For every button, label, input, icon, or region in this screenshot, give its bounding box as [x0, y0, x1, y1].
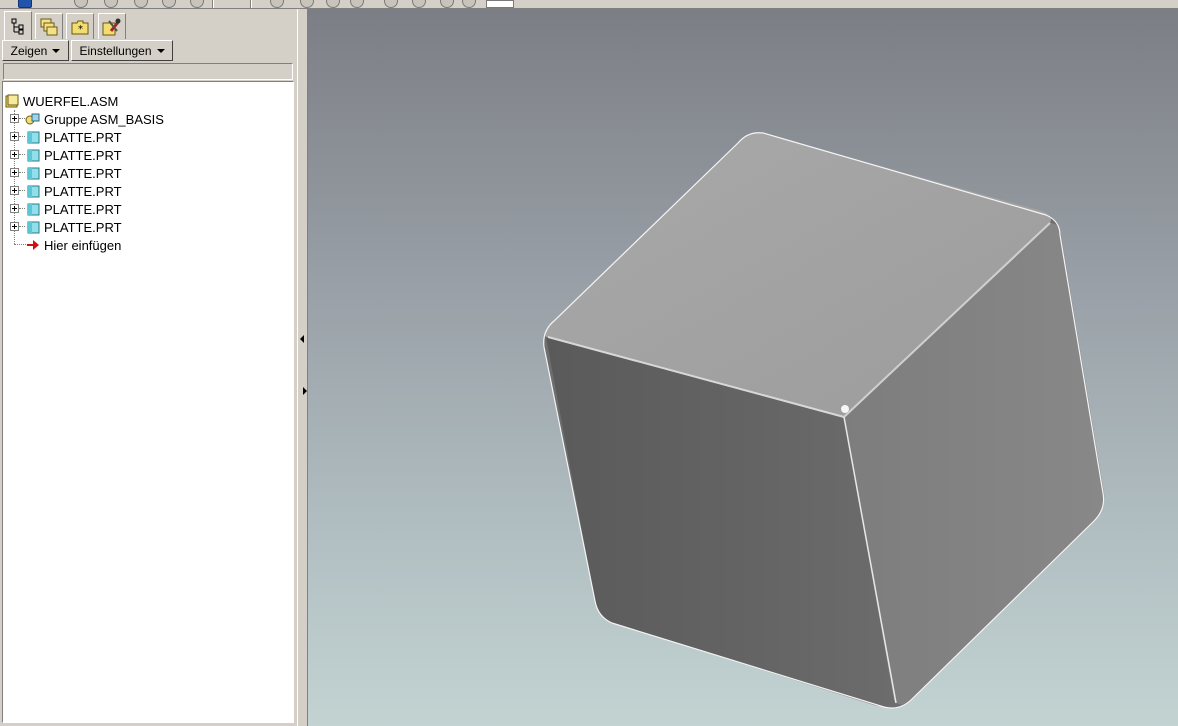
tree-root-label: WUERFEL.ASM	[23, 93, 119, 109]
part-icon	[27, 131, 40, 144]
layers-icon	[40, 18, 58, 35]
insert-arrow-icon	[27, 240, 39, 250]
expand-toggle[interactable]	[10, 114, 19, 123]
toolbar-icon[interactable]	[270, 0, 284, 8]
tree-item-label: PLATTE.PRT	[44, 201, 122, 217]
expand-toggle[interactable]	[10, 222, 19, 231]
tree-item[interactable]: PLATTE.PRT	[25, 128, 122, 146]
toolbar-icon[interactable]	[350, 0, 364, 8]
svg-text:*: *	[78, 24, 83, 35]
chevron-down-icon	[52, 49, 61, 53]
tree-item-label: PLATTE.PRT	[44, 129, 122, 145]
toolbar-icon[interactable]	[326, 0, 340, 8]
show-menu-label: Zeigen	[10, 43, 48, 58]
tree-item[interactable]: PLATTE.PRT	[25, 218, 122, 236]
toolbar-icon[interactable]	[300, 0, 314, 8]
settings-menu-label: Einstellungen	[79, 43, 152, 58]
expand-toggle[interactable]	[10, 132, 19, 141]
assembly-icon	[5, 94, 19, 108]
toolbar-active-button[interactable]	[486, 0, 514, 8]
tree-item[interactable]: Gruppe ASM_BASIS	[25, 110, 164, 128]
expand-toggle[interactable]	[10, 168, 19, 177]
toolbar-icon[interactable]	[462, 0, 476, 8]
toolbar-icon[interactable]	[384, 0, 398, 8]
chevron-down-icon	[156, 49, 165, 53]
collapse-left-icon[interactable]	[300, 335, 304, 343]
expand-toggle[interactable]	[10, 150, 19, 159]
tree-item-label: PLATTE.PRT	[44, 165, 122, 181]
toolbar-icon[interactable]	[104, 0, 118, 8]
toolbar-icon[interactable]	[18, 0, 32, 8]
tree-item-label: Gruppe ASM_BASIS	[44, 111, 164, 127]
navigator-menu-row: Zeigen Einstellungen	[2, 40, 294, 62]
expand-toggle[interactable]	[10, 204, 19, 213]
tree-item-label: PLATTE.PRT	[44, 183, 122, 199]
tab-model-tree[interactable]	[4, 11, 32, 41]
navigator-tabs: *	[2, 11, 296, 41]
tools-icon	[102, 18, 121, 35]
settings-menu-button[interactable]: Einstellungen	[71, 40, 173, 61]
tab-favorites-tools[interactable]	[98, 13, 126, 39]
part-icon	[27, 167, 40, 180]
part-icon	[27, 203, 40, 216]
toolbar-icon[interactable]	[440, 0, 454, 8]
toolbar-icon[interactable]	[162, 0, 176, 8]
insert-here-label: Hier einfügen	[44, 237, 122, 253]
tab-layers[interactable]	[35, 13, 63, 39]
model-tree-icon	[11, 18, 24, 34]
part-icon	[27, 221, 40, 234]
tree-item[interactable]: PLATTE.PRT	[25, 146, 122, 164]
toolbar-icon[interactable]	[74, 0, 88, 8]
tree-item[interactable]: PLATTE.PRT	[25, 200, 122, 218]
tree-filter-field[interactable]	[3, 63, 293, 80]
tree-item[interactable]: PLATTE.PRT	[25, 164, 122, 182]
model-tree: WUERFEL.ASM Gruppe ASM_BASIS PLATTE.PRT	[2, 81, 294, 723]
expand-toggle[interactable]	[10, 186, 19, 195]
main-toolbar	[0, 0, 1178, 9]
part-icon	[27, 185, 40, 198]
cube-model[interactable]	[308, 9, 1178, 726]
tab-folder-browser[interactable]: *	[66, 13, 94, 39]
tree-item[interactable]: PLATTE.PRT	[25, 182, 122, 200]
tree-item-label: PLATTE.PRT	[44, 147, 122, 163]
folder-icon: *	[71, 20, 89, 35]
toolbar-icon[interactable]	[134, 0, 148, 8]
graphics-viewport[interactable]	[308, 9, 1178, 726]
show-menu-button[interactable]: Zeigen	[2, 40, 69, 61]
panel-splitter[interactable]	[297, 9, 308, 726]
toolbar-icon[interactable]	[412, 0, 426, 8]
group-icon	[25, 113, 40, 125]
part-icon	[27, 149, 40, 162]
insert-here-item[interactable]: Hier einfügen	[25, 236, 121, 254]
expand-right-icon[interactable]	[303, 387, 307, 395]
navigator-panel: * Zeigen Einstellungen WUERFEL.ASM Grupp…	[0, 9, 297, 726]
tree-item-label: PLATTE.PRT	[44, 219, 122, 235]
toolbar-icon[interactable]	[190, 0, 204, 8]
tree-root[interactable]: WUERFEL.ASM	[5, 92, 118, 110]
